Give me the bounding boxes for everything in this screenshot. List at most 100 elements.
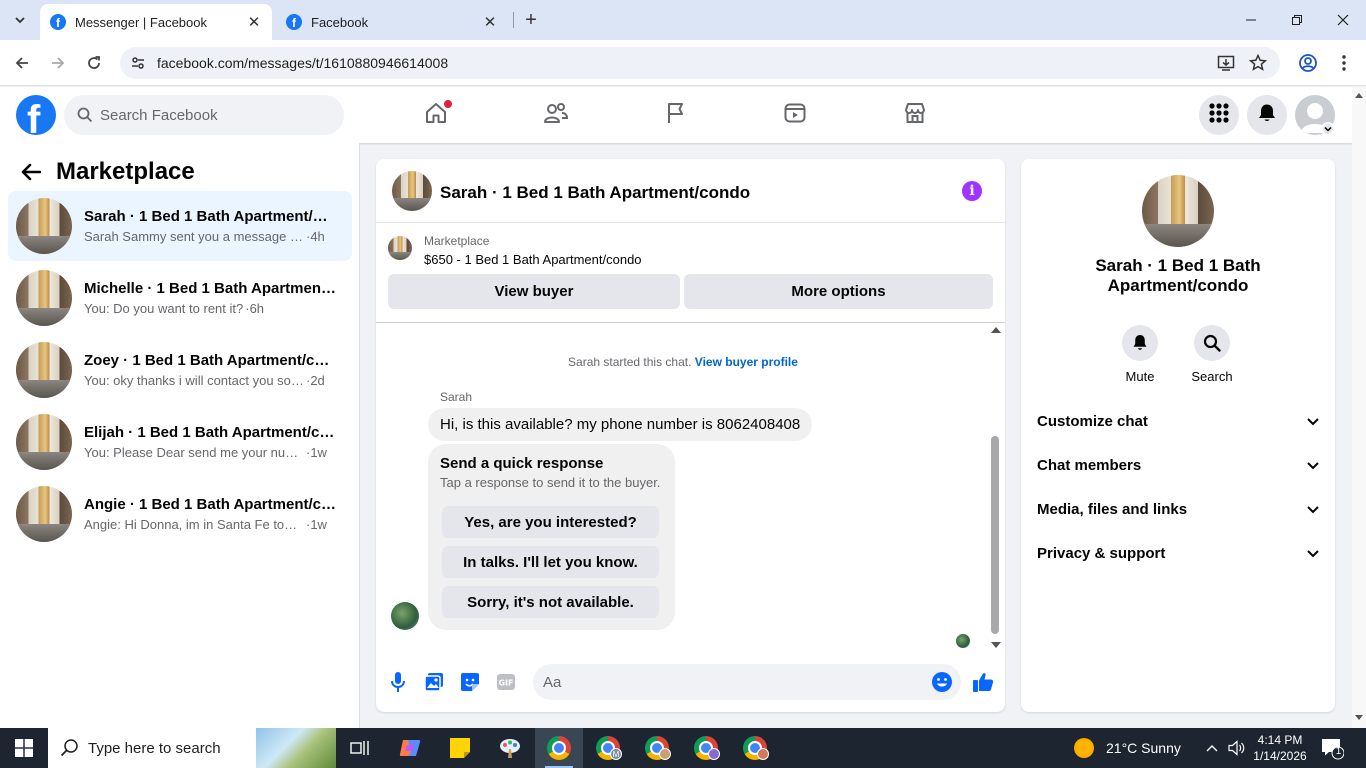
speaker-icon[interactable] bbox=[1226, 728, 1248, 768]
browser-menu-icon[interactable] bbox=[1332, 51, 1356, 75]
profile-account-icon[interactable] bbox=[1296, 51, 1320, 75]
quick-response-button[interactable]: In talks. I'll let you know. bbox=[442, 546, 659, 578]
sender-avatar[interactable] bbox=[391, 602, 419, 630]
chrome-app-2[interactable]: M bbox=[584, 728, 632, 768]
back-arrow-icon[interactable] bbox=[16, 157, 46, 187]
scroll-up-arrow-icon[interactable] bbox=[1355, 93, 1363, 98]
conversation-snippet: You: Do you want to rent it? bbox=[84, 301, 244, 316]
chat-members-row[interactable]: Chat members bbox=[1029, 443, 1327, 487]
sticker-icon[interactable] bbox=[458, 670, 482, 694]
profile-badge-icon: M bbox=[610, 748, 622, 760]
quick-response-title: Send a quick response bbox=[440, 455, 604, 472]
address-bar[interactable]: facebook.com/messages/t/1610880946614008 bbox=[120, 47, 1280, 79]
info-icon[interactable]: i bbox=[962, 181, 982, 201]
conversation-elijah[interactable]: Elijah · 1 Bed 1 Bath Apartment/condo Yo… bbox=[8, 407, 352, 477]
taskbar-search-box[interactable]: Type here to search bbox=[48, 728, 336, 768]
chrome-app-active[interactable] bbox=[535, 728, 583, 768]
view-buyer-button[interactable]: View buyer bbox=[388, 274, 680, 309]
nav-friends[interactable] bbox=[526, 95, 586, 135]
message-input[interactable] bbox=[543, 673, 913, 691]
nav-marketplace[interactable] bbox=[885, 95, 945, 135]
scroll-up-arrow-icon[interactable] bbox=[991, 327, 1001, 333]
reload-icon[interactable] bbox=[82, 51, 106, 75]
search-highlight-illustration bbox=[256, 728, 336, 768]
notification-center-icon[interactable]: 1 bbox=[1320, 736, 1345, 760]
emoji-icon[interactable] bbox=[931, 671, 953, 693]
notification-dot bbox=[444, 100, 452, 108]
more-options-button[interactable]: More options bbox=[684, 274, 993, 309]
scroll-down-arrow-icon[interactable] bbox=[1355, 715, 1363, 720]
chrome-app-3[interactable] bbox=[633, 728, 681, 768]
close-tab-icon[interactable]: ✕ bbox=[246, 14, 262, 31]
tab-messenger[interactable]: f Messenger | Facebook ✕ bbox=[40, 4, 272, 40]
bookmark-star-icon[interactable] bbox=[1247, 52, 1269, 74]
windows-taskbar: Type here to search M 21°C Sunny 4:14 PM… bbox=[0, 728, 1366, 768]
weather-widget[interactable]: 21°C Sunny bbox=[1074, 728, 1181, 768]
forward-arrow-icon[interactable] bbox=[46, 51, 70, 75]
facebook-logo-icon[interactable]: f bbox=[16, 95, 56, 135]
conversation-michelle[interactable]: Michelle · 1 Bed 1 Bath Apartment/condo … bbox=[8, 263, 352, 333]
privacy-support-row[interactable]: Privacy & support bbox=[1029, 531, 1327, 575]
new-tab-plus-icon[interactable]: + bbox=[519, 8, 543, 32]
details-avatar[interactable] bbox=[1142, 175, 1214, 247]
nav-pages[interactable] bbox=[646, 95, 706, 135]
video-icon bbox=[783, 101, 807, 130]
chevron-up-icon[interactable] bbox=[1202, 728, 1222, 768]
customize-chat-row[interactable]: Customize chat bbox=[1029, 399, 1327, 443]
copilot-icon[interactable] bbox=[386, 728, 434, 768]
chat-title[interactable]: Sarah · 1 Bed 1 Bath Apartment/condo bbox=[440, 183, 750, 203]
message-bubble[interactable]: Hi, is this available? my phone number i… bbox=[428, 408, 813, 441]
chat-scrollbar[interactable] bbox=[990, 324, 1002, 654]
close-tab-icon[interactable]: ✕ bbox=[482, 14, 498, 31]
conversation-zoey[interactable]: Zoey · 1 Bed 1 Bath Apartment/condo You:… bbox=[8, 335, 352, 405]
restore-icon[interactable] bbox=[1285, 8, 1309, 32]
conversation-snippet: You: oky thanks i will contact you soon bbox=[84, 373, 304, 388]
system-clock[interactable]: 4:14 PM 1/14/2026 bbox=[1252, 732, 1308, 764]
site-info-icon[interactable] bbox=[128, 53, 148, 73]
facebook-search-input[interactable] bbox=[100, 106, 320, 124]
page-scrollbar[interactable] bbox=[1352, 87, 1366, 728]
close-window-icon[interactable] bbox=[1331, 8, 1355, 32]
paint-app-icon[interactable] bbox=[486, 728, 534, 768]
photo-icon[interactable] bbox=[422, 670, 446, 694]
conversation-sarah[interactable]: Sarah · 1 Bed 1 Bath Apartment/condo Sar… bbox=[8, 191, 352, 261]
conversation-angie[interactable]: Angie · 1 Bed 1 Bath Apartment/condo Ang… bbox=[8, 479, 352, 549]
gif-icon[interactable]: GIF bbox=[494, 670, 518, 694]
scroll-down-arrow-icon[interactable] bbox=[991, 642, 1001, 648]
back-arrow-icon[interactable] bbox=[10, 51, 34, 75]
thumbs-up-icon[interactable] bbox=[971, 670, 995, 694]
menu-grid-button[interactable] bbox=[1199, 95, 1239, 135]
tab-search-chevron-icon[interactable] bbox=[8, 8, 32, 32]
chrome-app-4[interactable] bbox=[682, 728, 730, 768]
marketplace-conversation-list: Marketplace Sarah · 1 Bed 1 Bath Apartme… bbox=[0, 143, 360, 728]
message-input-box[interactable] bbox=[533, 664, 961, 700]
view-buyer-profile-link[interactable]: View buyer profile bbox=[695, 355, 798, 369]
conversation-time: ·1w bbox=[306, 517, 327, 532]
microphone-icon[interactable] bbox=[386, 670, 410, 694]
scrollbar-thumb[interactable] bbox=[991, 436, 999, 634]
facebook-header: f bbox=[0, 87, 1352, 143]
facebook-search-box[interactable] bbox=[64, 95, 344, 135]
chat-avatar[interactable] bbox=[392, 171, 432, 211]
search-in-conversation-button[interactable]: Search bbox=[1182, 325, 1242, 384]
mute-button[interactable]: Mute bbox=[1110, 325, 1170, 384]
chevron-down-icon bbox=[1307, 545, 1319, 562]
install-app-icon[interactable] bbox=[1215, 52, 1237, 74]
task-view-icon[interactable] bbox=[336, 728, 384, 768]
listing-thumbnail[interactable] bbox=[388, 236, 412, 260]
listing-title[interactable]: $650 - 1 Bed 1 Bath Apartment/condo bbox=[424, 252, 642, 267]
chevron-down-icon[interactable] bbox=[1321, 122, 1335, 136]
nav-home[interactable] bbox=[406, 95, 466, 135]
quick-response-button[interactable]: Sorry, it's not available. bbox=[442, 586, 659, 618]
quick-response-button[interactable]: Yes, are you interested? bbox=[442, 506, 659, 538]
media-files-links-row[interactable]: Media, files and links bbox=[1029, 487, 1327, 531]
notifications-button[interactable] bbox=[1247, 95, 1287, 135]
chrome-app-5[interactable] bbox=[731, 728, 779, 768]
sticky-notes-icon[interactable] bbox=[436, 728, 484, 768]
conversation-time: ·2d bbox=[306, 373, 325, 388]
windows-start-icon[interactable] bbox=[0, 728, 48, 768]
minimize-icon[interactable] bbox=[1239, 8, 1263, 32]
section-label: Privacy & support bbox=[1037, 544, 1166, 562]
nav-video[interactable] bbox=[765, 95, 825, 135]
tab-facebook[interactable]: f Facebook ✕ bbox=[276, 4, 508, 40]
